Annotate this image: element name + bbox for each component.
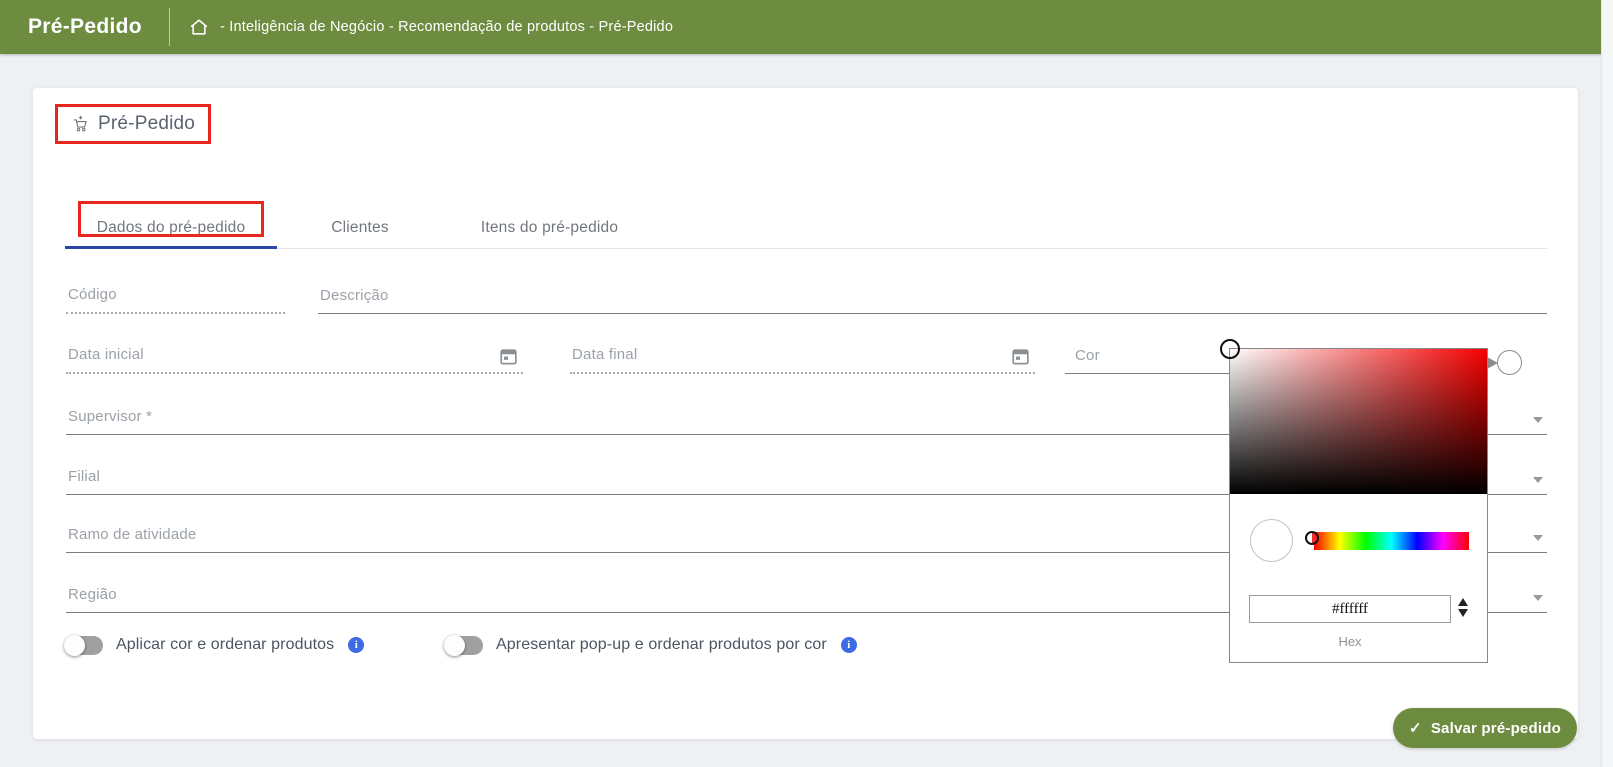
add-shopping-cart-icon [71,115,89,133]
hue-slider-handle[interactable] [1305,531,1319,545]
calendar-icon[interactable] [500,348,517,365]
data-final-field[interactable]: Data final [570,338,1035,374]
toggle-knob[interactable] [64,634,85,656]
cor-label: Cor [1075,347,1100,364]
app-title: Pré-Pedido [28,15,142,38]
supervisor-label: Supervisor * [68,408,153,425]
tab-label: Clientes [331,219,389,236]
stepper-down-icon[interactable] [1458,609,1468,617]
tab-clientes[interactable]: Clientes [295,208,425,248]
chevron-down-icon[interactable] [1533,595,1543,601]
tab-divider [65,248,1547,249]
calendar-icon[interactable] [1012,348,1029,365]
header-divider [169,8,170,46]
home-icon[interactable] [188,16,210,38]
current-color-indicator [1497,350,1522,375]
stepper-up-icon[interactable] [1458,598,1468,606]
info-icon[interactable]: i [348,637,365,653]
color-picker-panel: Hex [1220,339,1488,663]
toggle-row-aplicar-cor: Aplicar cor e ordenar produtos i [64,634,365,656]
apresentar-popup-toggle[interactable] [444,634,483,656]
aplicar-cor-toggle[interactable] [64,634,103,656]
save-button[interactable]: ✓ Salvar pré-pedido [1393,708,1577,748]
app-header: Pré-Pedido - Inteligência de Negócio - R… [0,0,1613,54]
check-icon: ✓ [1409,720,1422,737]
filial-label: Filial [68,468,101,485]
aplicar-cor-toggle-label: Aplicar cor e ordenar produtos [116,636,335,653]
saturation-cursor[interactable] [1220,339,1240,359]
selected-color-preview [1250,519,1293,562]
scrollbar-track[interactable] [1601,0,1613,767]
hex-stepper [1458,598,1468,617]
chevron-down-icon[interactable] [1533,417,1543,423]
codigo-field[interactable]: Código [66,278,285,314]
ramo-de-atividade-label: Ramo de atividade [68,526,197,543]
regiao-label: Região [68,586,117,603]
hex-input-wrapper [1249,595,1451,623]
annotation-box-active-tab [78,201,264,237]
annotation-box-title: Pré-Pedido [55,104,212,144]
hex-input[interactable] [1250,596,1450,622]
saturation-gradient-area[interactable] [1220,339,1487,494]
descricao-label: Descrição [320,287,389,304]
toggle-knob[interactable] [444,634,465,656]
info-glyph: i [847,639,851,651]
toggle-row-apresentar-popup: Apresentar pop-up e ordenar produtos por… [444,634,857,656]
cor-field[interactable]: Cor [1065,338,1229,374]
data-final-label: Data final [572,346,638,363]
data-inicial-label: Data inicial [68,346,144,363]
active-tab-indicator [65,246,277,249]
descricao-field[interactable]: Descrição [318,278,1547,314]
chevron-down-icon[interactable] [1533,535,1543,541]
data-inicial-field[interactable]: Data inicial [66,338,523,374]
chevron-down-icon[interactable] [1533,477,1543,483]
breadcrumb: - Inteligência de Negócio - Recomendação… [220,19,674,35]
tab-itens-do-pre-pedido[interactable]: Itens do pré-pedido [473,208,626,248]
hex-label: Hex [1338,634,1362,649]
hue-slider[interactable] [1314,532,1469,550]
tab-label: Itens do pré-pedido [480,219,619,236]
save-button-label: Salvar pré-pedido [1430,719,1561,737]
info-glyph: i [354,639,358,651]
info-icon[interactable]: i [840,637,857,653]
apresentar-popup-toggle-label: Apresentar pop-up e ordenar produtos por… [496,636,827,653]
codigo-label: Código [68,286,117,303]
page-title: Pré-Pedido [98,113,196,134]
